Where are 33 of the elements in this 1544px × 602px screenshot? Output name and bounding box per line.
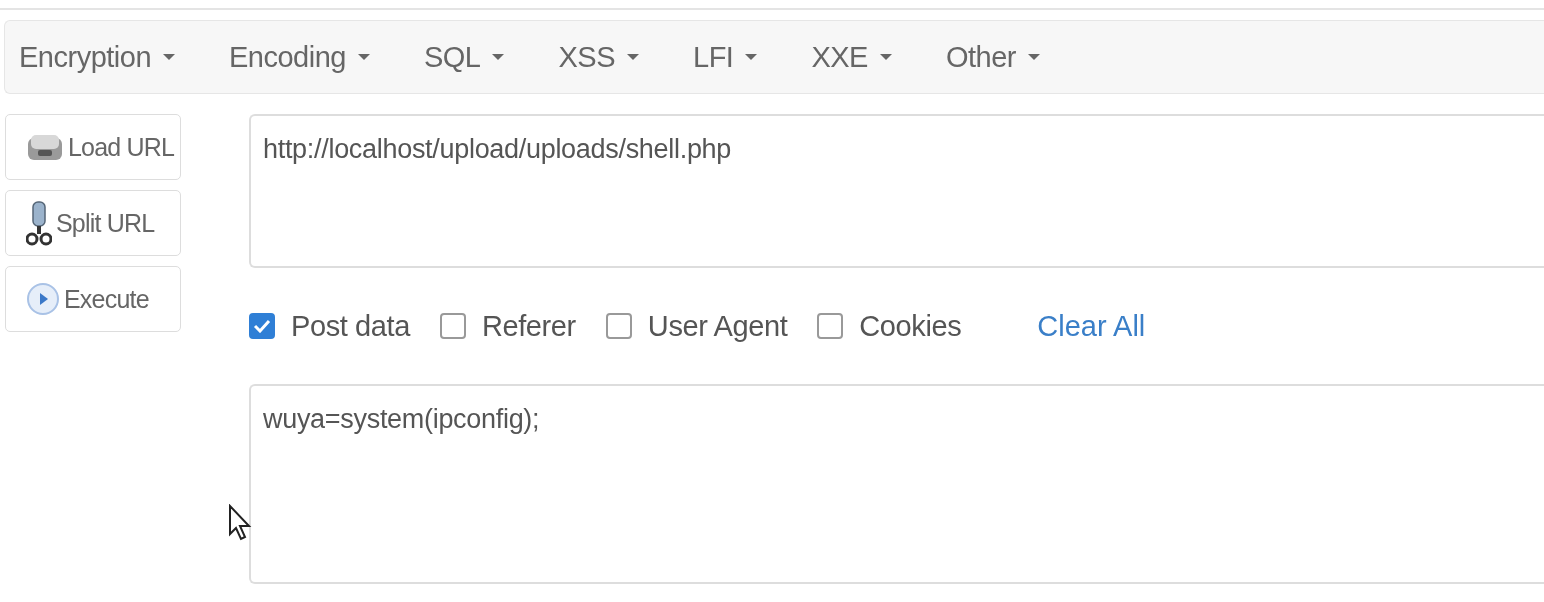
checkbox[interactable] xyxy=(817,313,844,339)
menu-item[interactable]: XSS xyxy=(558,40,659,74)
checkbox-label: Referer xyxy=(481,309,576,343)
caret-icon xyxy=(163,54,175,60)
action-button[interactable]: Execute xyxy=(5,266,181,332)
action-button[interactable]: Load URL xyxy=(5,114,181,180)
play-icon xyxy=(26,282,60,316)
url-field[interactable]: http://localhost/upload/uploads/shell.php xyxy=(249,114,1544,268)
load-icon xyxy=(26,132,64,162)
checkbox[interactable] xyxy=(249,313,275,339)
caret-icon xyxy=(745,54,758,60)
scissors-icon xyxy=(26,200,52,246)
checkbox[interactable] xyxy=(605,313,632,339)
menu-item[interactable]: LFI xyxy=(693,40,778,74)
checkbox-label: Post data xyxy=(291,309,410,343)
checkmark-icon xyxy=(253,319,271,333)
menu-item[interactable]: Encoding xyxy=(229,40,390,74)
checkbox-label: Cookies xyxy=(859,309,962,343)
clear-all-link[interactable]: Clear All xyxy=(1037,309,1146,343)
menu-item[interactable]: SQL xyxy=(423,40,525,74)
caret-icon xyxy=(879,54,892,60)
checkbox[interactable] xyxy=(439,313,466,339)
caret-icon xyxy=(357,54,370,60)
caret-icon xyxy=(1028,54,1040,60)
menu-item[interactable]: Other xyxy=(945,40,1060,74)
checkbox-label: User Agent xyxy=(647,309,788,343)
caret-icon xyxy=(492,54,505,60)
caret-icon xyxy=(627,54,639,60)
action-button[interactable]: Split URL xyxy=(5,190,181,256)
mouse-pointer-icon xyxy=(228,504,252,542)
menu-item[interactable]: Encryption xyxy=(19,40,195,74)
menu-item[interactable]: XXE xyxy=(811,40,912,74)
post-data-field[interactable]: wuya=system(ipconfig); xyxy=(249,384,1544,584)
